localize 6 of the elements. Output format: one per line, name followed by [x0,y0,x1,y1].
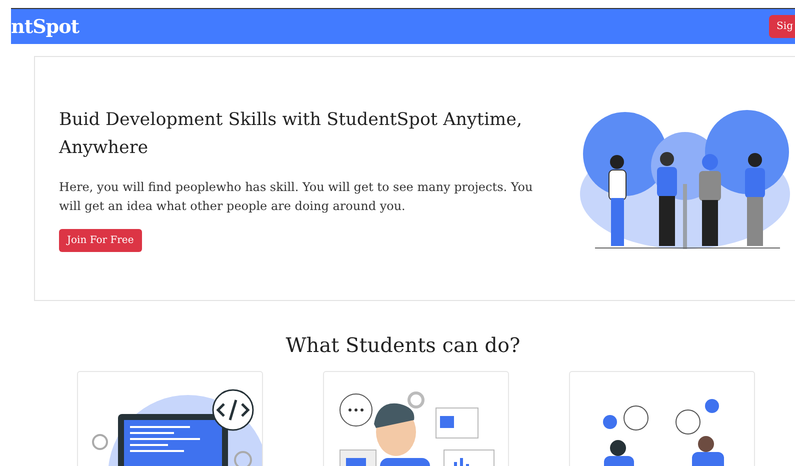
join-button[interactable]: Join For Free [59,228,142,252]
sign-button[interactable]: Sig [768,15,795,38]
brand-logo[interactable]: ntSpot [11,16,80,38]
section-title: What Students can do? [284,333,522,357]
hero-title: Buid Development Skills with StudentSpot Anytime, Anywhere [59,108,524,160]
hero-text: Here, you will find peoplewho has skill. You will get to see many projects. You will get an idea what other people are doing around you. [59,178,534,215]
